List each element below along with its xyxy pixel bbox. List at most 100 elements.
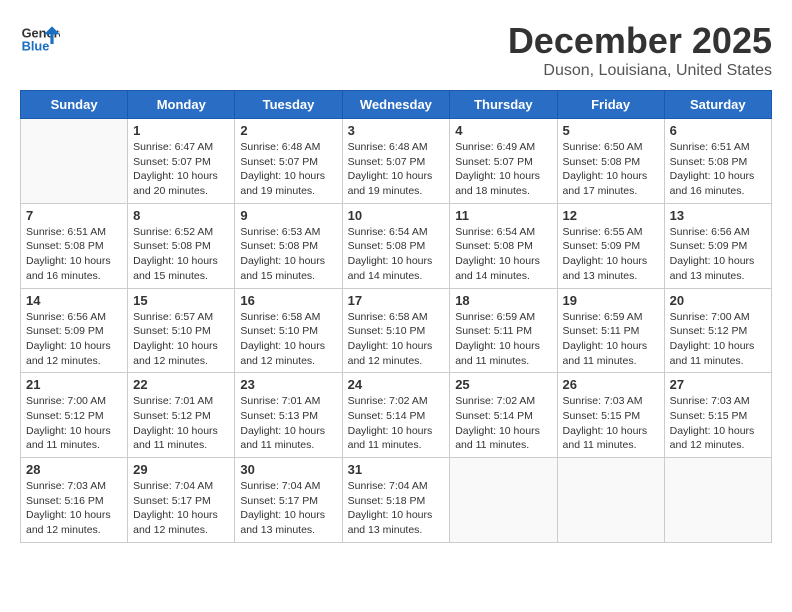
day-info: Sunrise: 6:51 AM Sunset: 5:08 PM Dayligh… xyxy=(670,140,766,199)
day-info: Sunrise: 6:51 AM Sunset: 5:08 PM Dayligh… xyxy=(26,225,122,284)
day-info: Sunrise: 7:04 AM Sunset: 5:18 PM Dayligh… xyxy=(348,479,445,538)
weekday-header-row: SundayMondayTuesdayWednesdayThursdayFrid… xyxy=(21,91,772,119)
calendar-cell: 10 Sunrise: 6:54 AM Sunset: 5:08 PM Dayli… xyxy=(342,203,450,288)
logo-icon: General Blue xyxy=(20,20,60,60)
weekday-header: Saturday xyxy=(664,91,771,119)
day-info: Sunrise: 7:04 AM Sunset: 5:17 PM Dayligh… xyxy=(133,479,229,538)
day-number: 21 xyxy=(26,377,122,392)
calendar-cell xyxy=(21,119,128,204)
day-number: 15 xyxy=(133,293,229,308)
day-number: 10 xyxy=(348,208,445,223)
title-section: December 2025 Duson, Louisiana, United S… xyxy=(508,20,772,80)
calendar-cell xyxy=(557,458,664,543)
day-info: Sunrise: 6:52 AM Sunset: 5:08 PM Dayligh… xyxy=(133,225,229,284)
calendar-table: SundayMondayTuesdayWednesdayThursdayFrid… xyxy=(20,90,772,543)
page-header: General Blue December 2025 Duson, Louisi… xyxy=(20,20,772,80)
day-number: 24 xyxy=(348,377,445,392)
day-number: 8 xyxy=(133,208,229,223)
day-number: 19 xyxy=(563,293,659,308)
calendar-week-row: 7 Sunrise: 6:51 AM Sunset: 5:08 PM Daylig… xyxy=(21,203,772,288)
svg-text:Blue: Blue xyxy=(22,38,50,53)
calendar-cell: 3 Sunrise: 6:48 AM Sunset: 5:07 PM Daylig… xyxy=(342,119,450,204)
weekday-header: Wednesday xyxy=(342,91,450,119)
day-info: Sunrise: 7:02 AM Sunset: 5:14 PM Dayligh… xyxy=(455,394,551,453)
day-number: 3 xyxy=(348,123,445,138)
day-number: 12 xyxy=(563,208,659,223)
day-info: Sunrise: 7:04 AM Sunset: 5:17 PM Dayligh… xyxy=(240,479,336,538)
weekday-header: Monday xyxy=(128,91,235,119)
day-number: 6 xyxy=(670,123,766,138)
day-number: 22 xyxy=(133,377,229,392)
day-number: 4 xyxy=(455,123,551,138)
day-number: 11 xyxy=(455,208,551,223)
day-info: Sunrise: 6:54 AM Sunset: 5:08 PM Dayligh… xyxy=(348,225,445,284)
day-info: Sunrise: 6:49 AM Sunset: 5:07 PM Dayligh… xyxy=(455,140,551,199)
day-info: Sunrise: 7:03 AM Sunset: 5:16 PM Dayligh… xyxy=(26,479,122,538)
location: Duson, Louisiana, United States xyxy=(508,62,772,80)
day-info: Sunrise: 6:48 AM Sunset: 5:07 PM Dayligh… xyxy=(348,140,445,199)
calendar-cell: 6 Sunrise: 6:51 AM Sunset: 5:08 PM Daylig… xyxy=(664,119,771,204)
day-number: 5 xyxy=(563,123,659,138)
calendar-cell: 13Sunrise: 6:56 AM Sunset: 5:09 PM Dayli… xyxy=(664,203,771,288)
calendar-cell: 19 Sunrise: 6:59 AM Sunset: 5:11 PM Dayli… xyxy=(557,288,664,373)
day-info: Sunrise: 6:57 AM Sunset: 5:10 PM Dayligh… xyxy=(133,310,229,369)
day-info: Sunrise: 7:03 AM Sunset: 5:15 PM Dayligh… xyxy=(670,394,766,453)
day-info: Sunrise: 6:48 AM Sunset: 5:07 PM Dayligh… xyxy=(240,140,336,199)
calendar-cell: 5 Sunrise: 6:50 AM Sunset: 5:08 PM Daylig… xyxy=(557,119,664,204)
day-info: Sunrise: 6:56 AM Sunset: 5:09 PM Dayligh… xyxy=(26,310,122,369)
day-number: 26 xyxy=(563,377,659,392)
calendar-cell: 1 Sunrise: 6:47 AM Sunset: 5:07 PM Daylig… xyxy=(128,119,235,204)
calendar-week-row: 14 Sunrise: 6:56 AM Sunset: 5:09 PM Dayli… xyxy=(21,288,772,373)
calendar-cell: 9 Sunrise: 6:53 AM Sunset: 5:08 PM Daylig… xyxy=(235,203,342,288)
day-number: 30 xyxy=(240,462,336,477)
day-info: Sunrise: 6:59 AM Sunset: 5:11 PM Dayligh… xyxy=(455,310,551,369)
day-number: 18 xyxy=(455,293,551,308)
calendar-cell: 2 Sunrise: 6:48 AM Sunset: 5:07 PM Daylig… xyxy=(235,119,342,204)
month-title: December 2025 xyxy=(508,20,772,62)
day-number: 20 xyxy=(670,293,766,308)
day-info: Sunrise: 7:02 AM Sunset: 5:14 PM Dayligh… xyxy=(348,394,445,453)
day-number: 2 xyxy=(240,123,336,138)
calendar-cell xyxy=(450,458,557,543)
day-info: Sunrise: 6:53 AM Sunset: 5:08 PM Dayligh… xyxy=(240,225,336,284)
calendar-cell: 15 Sunrise: 6:57 AM Sunset: 5:10 PM Dayli… xyxy=(128,288,235,373)
day-number: 1 xyxy=(133,123,229,138)
day-number: 13 xyxy=(670,208,766,223)
day-number: 23 xyxy=(240,377,336,392)
calendar-week-row: 28 Sunrise: 7:03 AM Sunset: 5:16 PM Dayli… xyxy=(21,458,772,543)
calendar-cell: 21Sunrise: 7:00 AM Sunset: 5:12 PM Dayli… xyxy=(21,373,128,458)
day-number: 25 xyxy=(455,377,551,392)
day-number: 27 xyxy=(670,377,766,392)
calendar-week-row: 21Sunrise: 7:00 AM Sunset: 5:12 PM Dayli… xyxy=(21,373,772,458)
day-number: 7 xyxy=(26,208,122,223)
calendar-cell: 18 Sunrise: 6:59 AM Sunset: 5:11 PM Dayli… xyxy=(450,288,557,373)
calendar-cell: 31 Sunrise: 7:04 AM Sunset: 5:18 PM Dayli… xyxy=(342,458,450,543)
calendar-cell: 11 Sunrise: 6:54 AM Sunset: 5:08 PM Dayli… xyxy=(450,203,557,288)
calendar-cell: 7 Sunrise: 6:51 AM Sunset: 5:08 PM Daylig… xyxy=(21,203,128,288)
day-number: 28 xyxy=(26,462,122,477)
day-info: Sunrise: 6:58 AM Sunset: 5:10 PM Dayligh… xyxy=(348,310,445,369)
calendar-cell: 8 Sunrise: 6:52 AM Sunset: 5:08 PM Daylig… xyxy=(128,203,235,288)
calendar-cell xyxy=(664,458,771,543)
day-info: Sunrise: 6:47 AM Sunset: 5:07 PM Dayligh… xyxy=(133,140,229,199)
calendar-cell: 29Sunrise: 7:04 AM Sunset: 5:17 PM Dayli… xyxy=(128,458,235,543)
calendar-cell: 25 Sunrise: 7:02 AM Sunset: 5:14 PM Dayli… xyxy=(450,373,557,458)
calendar-cell: 26Sunrise: 7:03 AM Sunset: 5:15 PM Dayli… xyxy=(557,373,664,458)
calendar-cell: 14 Sunrise: 6:56 AM Sunset: 5:09 PM Dayli… xyxy=(21,288,128,373)
day-info: Sunrise: 6:58 AM Sunset: 5:10 PM Dayligh… xyxy=(240,310,336,369)
day-number: 17 xyxy=(348,293,445,308)
calendar-cell: 22 Sunrise: 7:01 AM Sunset: 5:12 PM Dayli… xyxy=(128,373,235,458)
weekday-header: Sunday xyxy=(21,91,128,119)
day-info: Sunrise: 7:01 AM Sunset: 5:12 PM Dayligh… xyxy=(133,394,229,453)
day-info: Sunrise: 6:55 AM Sunset: 5:09 PM Dayligh… xyxy=(563,225,659,284)
day-number: 14 xyxy=(26,293,122,308)
day-number: 16 xyxy=(240,293,336,308)
calendar-cell: 30 Sunrise: 7:04 AM Sunset: 5:17 PM Dayli… xyxy=(235,458,342,543)
day-info: Sunrise: 6:50 AM Sunset: 5:08 PM Dayligh… xyxy=(563,140,659,199)
day-number: 9 xyxy=(240,208,336,223)
day-info: Sunrise: 6:59 AM Sunset: 5:11 PM Dayligh… xyxy=(563,310,659,369)
day-info: Sunrise: 6:54 AM Sunset: 5:08 PM Dayligh… xyxy=(455,225,551,284)
day-number: 31 xyxy=(348,462,445,477)
calendar-cell: 24 Sunrise: 7:02 AM Sunset: 5:14 PM Dayli… xyxy=(342,373,450,458)
weekday-header: Friday xyxy=(557,91,664,119)
